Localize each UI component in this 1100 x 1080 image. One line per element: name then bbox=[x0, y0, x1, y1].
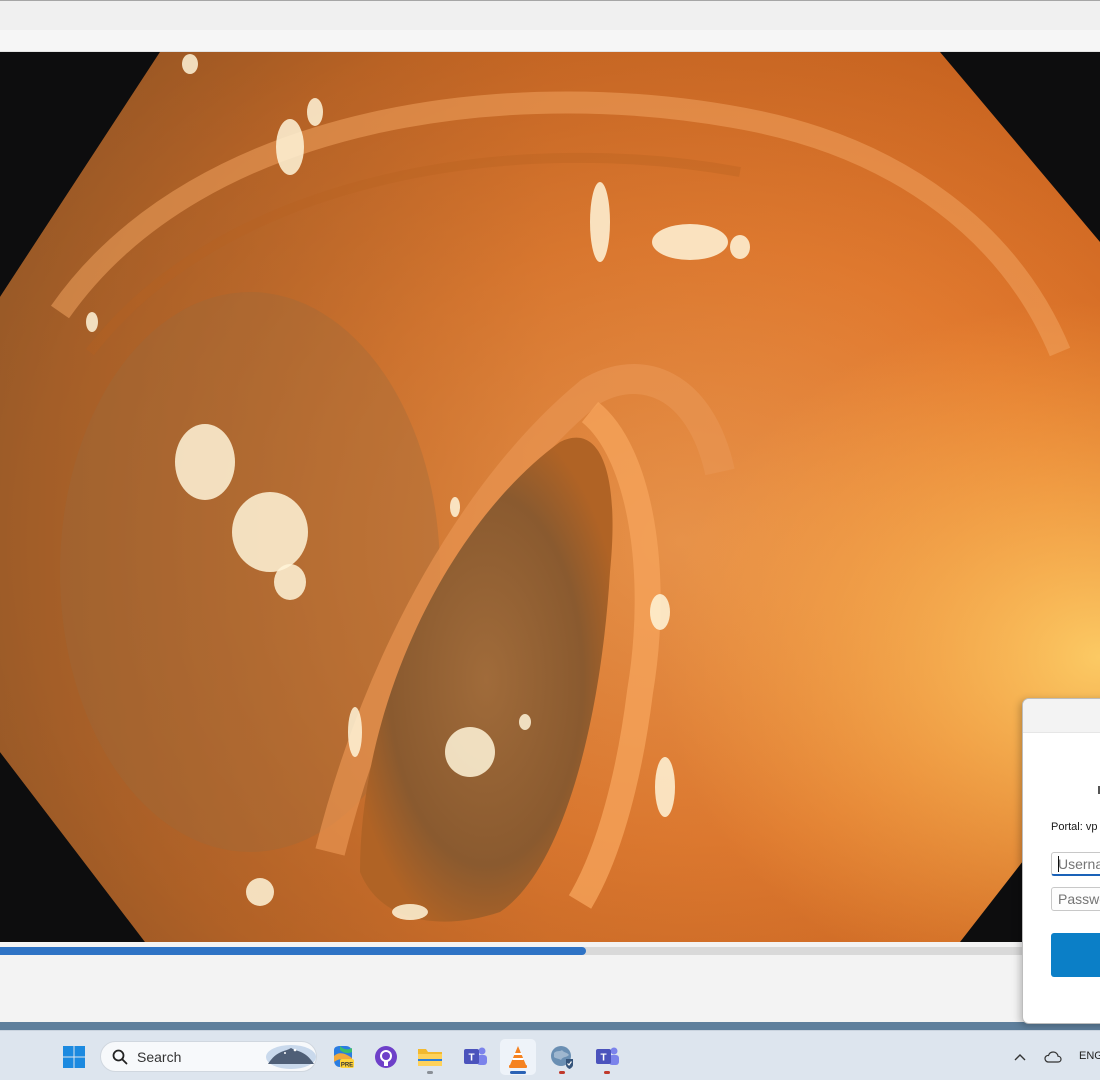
password-input[interactable] bbox=[1051, 887, 1100, 911]
svg-text:PRE: PRE bbox=[341, 1063, 353, 1069]
taskbar-github[interactable] bbox=[368, 1039, 404, 1075]
start-icon bbox=[63, 1046, 85, 1068]
chevron-up-icon bbox=[1014, 1054, 1026, 1061]
endoscopy-image bbox=[0, 52, 1100, 942]
cloud-icon bbox=[1044, 1051, 1062, 1063]
running-indicator bbox=[604, 1071, 610, 1074]
portal-label: Portal: vp bbox=[1051, 821, 1098, 833]
desktop-background-strip bbox=[0, 1022, 1100, 1030]
tray-show-hidden[interactable] bbox=[1003, 1039, 1037, 1075]
search-highlight-icon bbox=[266, 1045, 316, 1069]
github-icon bbox=[375, 1046, 397, 1068]
taskbar-file-explorer[interactable] bbox=[412, 1039, 448, 1075]
video-frame[interactable] bbox=[0, 52, 1100, 942]
taskbar-search[interactable]: Search bbox=[100, 1041, 317, 1072]
dialog-titlebar[interactable] bbox=[1023, 699, 1100, 733]
player-controls bbox=[0, 942, 1100, 1022]
taskbar-teams[interactable]: T bbox=[457, 1039, 493, 1075]
running-indicator bbox=[427, 1071, 433, 1074]
teams-icon: T bbox=[596, 1047, 619, 1065]
svg-text:T: T bbox=[600, 1053, 606, 1064]
text-caret bbox=[1058, 856, 1059, 872]
start-button[interactable] bbox=[56, 1039, 92, 1075]
running-indicator bbox=[559, 1071, 565, 1074]
file-explorer-icon bbox=[418, 1049, 442, 1066]
taskbar-vlc[interactable] bbox=[500, 1039, 536, 1075]
copilot-icon: PRE bbox=[334, 1046, 354, 1069]
vpn-login-dialog: Portal: vp bbox=[1022, 698, 1100, 1024]
app-titlebar bbox=[0, 0, 1100, 30]
teams-icon: T bbox=[464, 1047, 487, 1065]
search-label: Search bbox=[137, 1049, 182, 1065]
seek-bar[interactable] bbox=[0, 947, 1100, 955]
vlc-icon bbox=[509, 1046, 527, 1068]
app-toolbar bbox=[0, 30, 1100, 52]
seek-bar-progress bbox=[0, 947, 587, 955]
taskbar: Search PRE T T ENG bbox=[0, 1030, 1100, 1080]
svg-text:T: T bbox=[468, 1053, 474, 1064]
tray-onedrive[interactable] bbox=[1036, 1039, 1070, 1075]
connect-button[interactable] bbox=[1051, 933, 1100, 977]
search-icon bbox=[112, 1049, 128, 1065]
input-language[interactable]: ENG bbox=[1079, 1050, 1100, 1062]
taskbar-teams-2[interactable]: T bbox=[589, 1039, 625, 1075]
vpn-globe-icon bbox=[551, 1046, 573, 1069]
active-indicator bbox=[510, 1071, 526, 1074]
taskbar-vpn-client[interactable] bbox=[544, 1039, 580, 1075]
taskbar-copilot[interactable]: PRE bbox=[325, 1039, 361, 1075]
